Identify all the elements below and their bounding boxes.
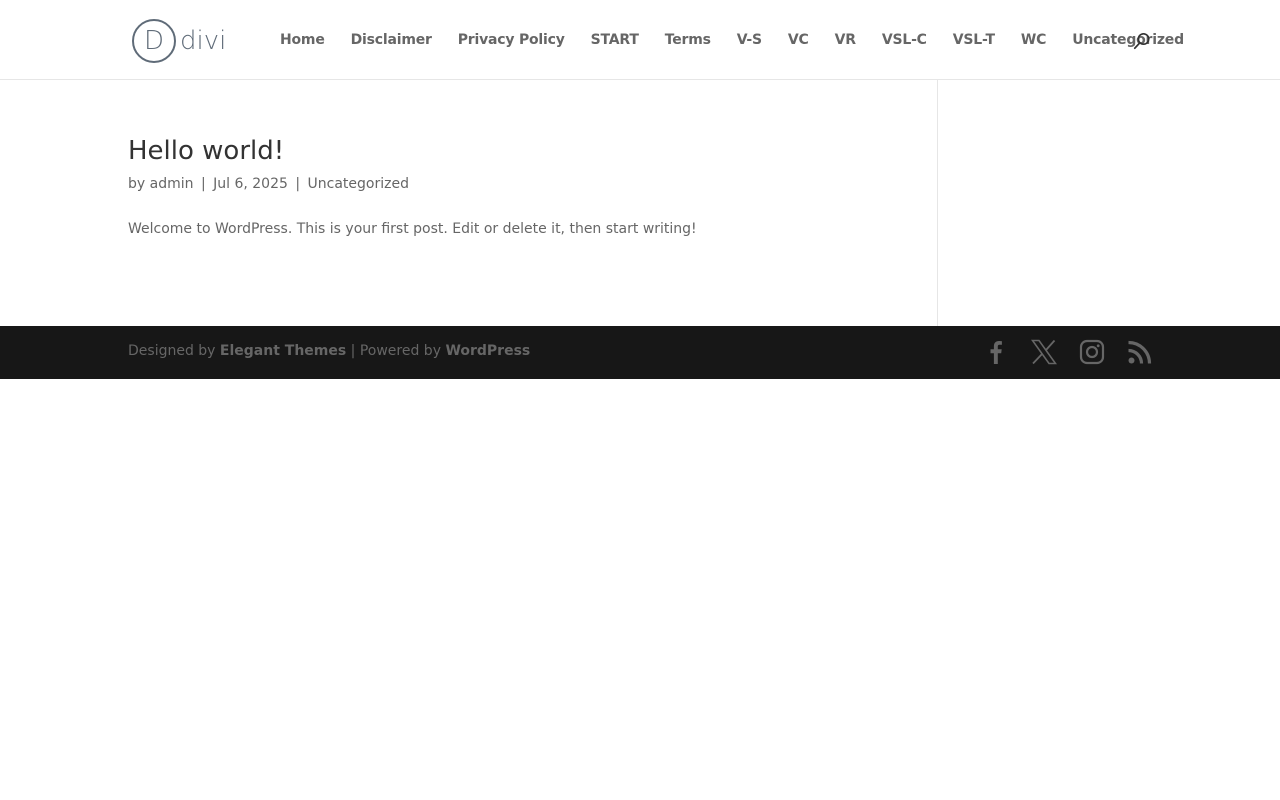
meta-separator: |	[295, 176, 301, 192]
nav-item-vr[interactable]: VR	[835, 32, 856, 48]
elegant-themes-link[interactable]: Elegant Themes	[220, 343, 346, 359]
nav-item-v-s[interactable]: V-S	[737, 32, 762, 48]
post-author-link[interactable]: admin	[150, 176, 194, 192]
nav-item-start[interactable]: START	[591, 32, 639, 48]
post-meta-by: by	[128, 176, 146, 192]
nav-item-terms[interactable]: Terms	[665, 32, 711, 48]
search-icon[interactable]	[1133, 32, 1151, 50]
nav-item-vsl-t[interactable]: VSL-T	[953, 32, 995, 48]
designed-by-text: Designed by	[128, 343, 216, 359]
powered-by-text: | Powered by	[350, 343, 441, 359]
wordpress-link[interactable]: WordPress	[445, 343, 530, 359]
post-article: Hello world! by admin | Jul 6, 2025 | Un…	[128, 134, 908, 239]
post-date: Jul 6, 2025	[213, 176, 288, 192]
meta-separator: |	[200, 176, 206, 192]
post-category-link[interactable]: Uncategorized	[308, 176, 409, 192]
nav-item-privacy-policy[interactable]: Privacy Policy	[458, 32, 565, 48]
post-excerpt: Welcome to WordPress. This is your first…	[128, 221, 697, 237]
sidebar-divider	[937, 80, 938, 326]
instagram-icon[interactable]	[1079, 339, 1105, 365]
logo-mark: D	[132, 19, 176, 63]
x-twitter-icon[interactable]	[1030, 339, 1058, 365]
site-header: D divi Home Disclaimer Privacy Policy ST…	[0, 0, 1280, 80]
post-meta: by admin | Jul 6, 2025 | Uncategorized	[128, 174, 908, 194]
facebook-icon[interactable]	[983, 339, 1009, 365]
nav-item-disclaimer[interactable]: Disclaimer	[351, 32, 432, 48]
site-logo[interactable]: D divi	[132, 18, 228, 64]
nav-item-vc[interactable]: VC	[788, 32, 809, 48]
nav-item-uncategorized[interactable]: Uncategorized	[1072, 32, 1184, 48]
post-title[interactable]: Hello world!	[128, 134, 908, 168]
logo-text: divi	[180, 26, 227, 56]
main-navigation: Home Disclaimer Privacy Policy START Ter…	[280, 30, 1184, 50]
footer-credits: Designed by Elegant Themes | Powered by …	[128, 343, 530, 359]
nav-item-wc[interactable]: WC	[1021, 32, 1047, 48]
site-footer: Designed by Elegant Themes | Powered by …	[0, 326, 1280, 379]
rss-icon[interactable]	[1127, 339, 1153, 365]
nav-item-home[interactable]: Home	[280, 32, 325, 48]
nav-item-vsl-c[interactable]: VSL-C	[882, 32, 927, 48]
